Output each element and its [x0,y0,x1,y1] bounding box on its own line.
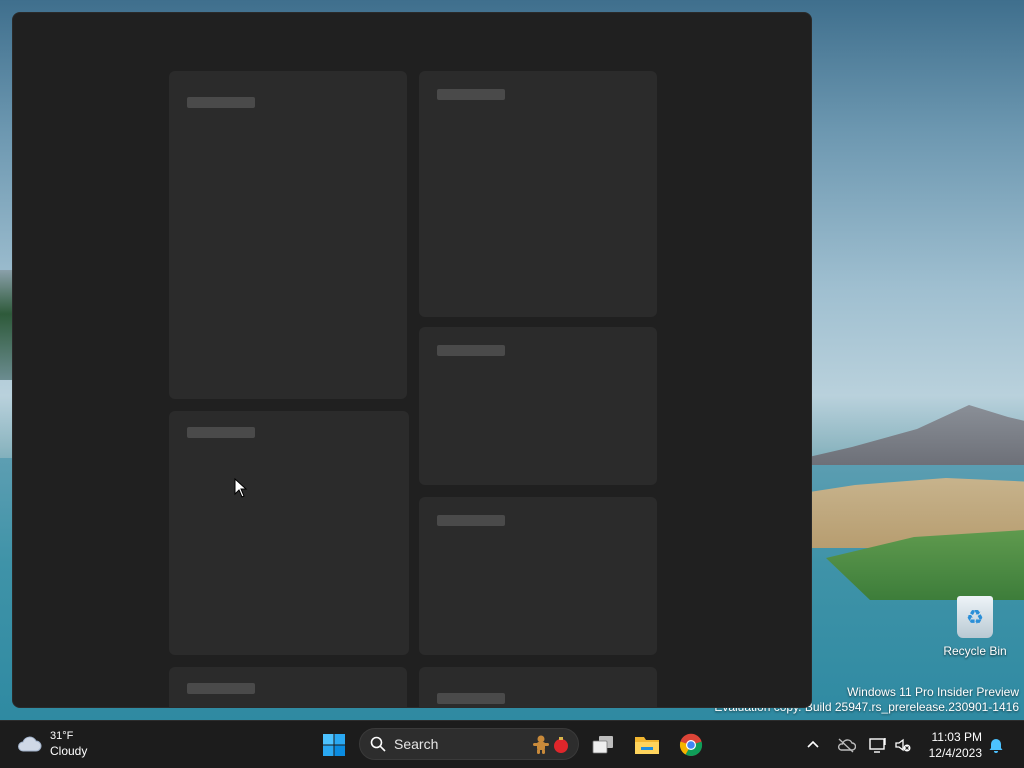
bell-icon [989,739,1003,753]
widget-title-placeholder [187,427,255,438]
taskbar-search[interactable]: Search [359,728,579,760]
weather-condition: Cloudy [50,744,88,758]
weather-temp: 31°F [50,730,74,742]
recycle-bin-label: Recycle Bin [943,644,1007,658]
onedrive-icon[interactable] [836,736,856,754]
widget-title-placeholder [437,693,505,704]
start-button[interactable] [318,729,350,761]
chevron-up-icon[interactable] [804,736,822,754]
system-tray [804,721,912,768]
notification-button[interactable] [980,729,1012,761]
recycle-bin-icon: ♻ [957,596,993,638]
clock[interactable]: 11:03 PM 12/4/2023 [920,729,982,761]
mouse-cursor-icon [234,478,248,498]
network-icon[interactable] [868,736,888,754]
widget-card-skeleton[interactable] [419,667,657,707]
widget-title-placeholder [187,683,255,694]
weather-widget[interactable]: 31°F Cloudy [16,729,87,759]
chrome-button[interactable] [675,729,707,761]
search-highlight [532,735,570,755]
widget-title-placeholder [437,89,505,100]
widget-card-skeleton[interactable] [169,411,409,655]
widgets-panel [12,12,812,708]
task-view-button[interactable] [587,729,619,761]
widget-card-skeleton[interactable] [419,71,657,317]
widget-title-placeholder [437,515,505,526]
chrome-icon [679,733,703,757]
widget-card-skeleton[interactable] [169,667,407,707]
recycle-bin[interactable]: ♻ Recycle Bin [940,596,1010,658]
ornament-icon [554,737,568,753]
task-view-icon [592,736,613,754]
search-icon [370,736,386,752]
widget-title-placeholder [437,345,505,356]
file-explorer-button[interactable] [631,729,663,761]
folder-icon [635,737,659,754]
search-placeholder: Search [394,736,439,752]
widget-title-placeholder [187,97,255,108]
volume-muted-icon[interactable] [894,736,912,754]
windows-start-icon [323,734,345,756]
gingerbread-icon [533,735,549,754]
widget-card-skeleton[interactable] [169,71,407,399]
clock-time: 11:03 PM [931,730,982,744]
widget-card-skeleton[interactable] [419,327,657,485]
clock-date: 12/4/2023 [928,746,982,760]
cloud-icon [18,736,42,752]
widget-card-skeleton[interactable] [419,497,657,655]
